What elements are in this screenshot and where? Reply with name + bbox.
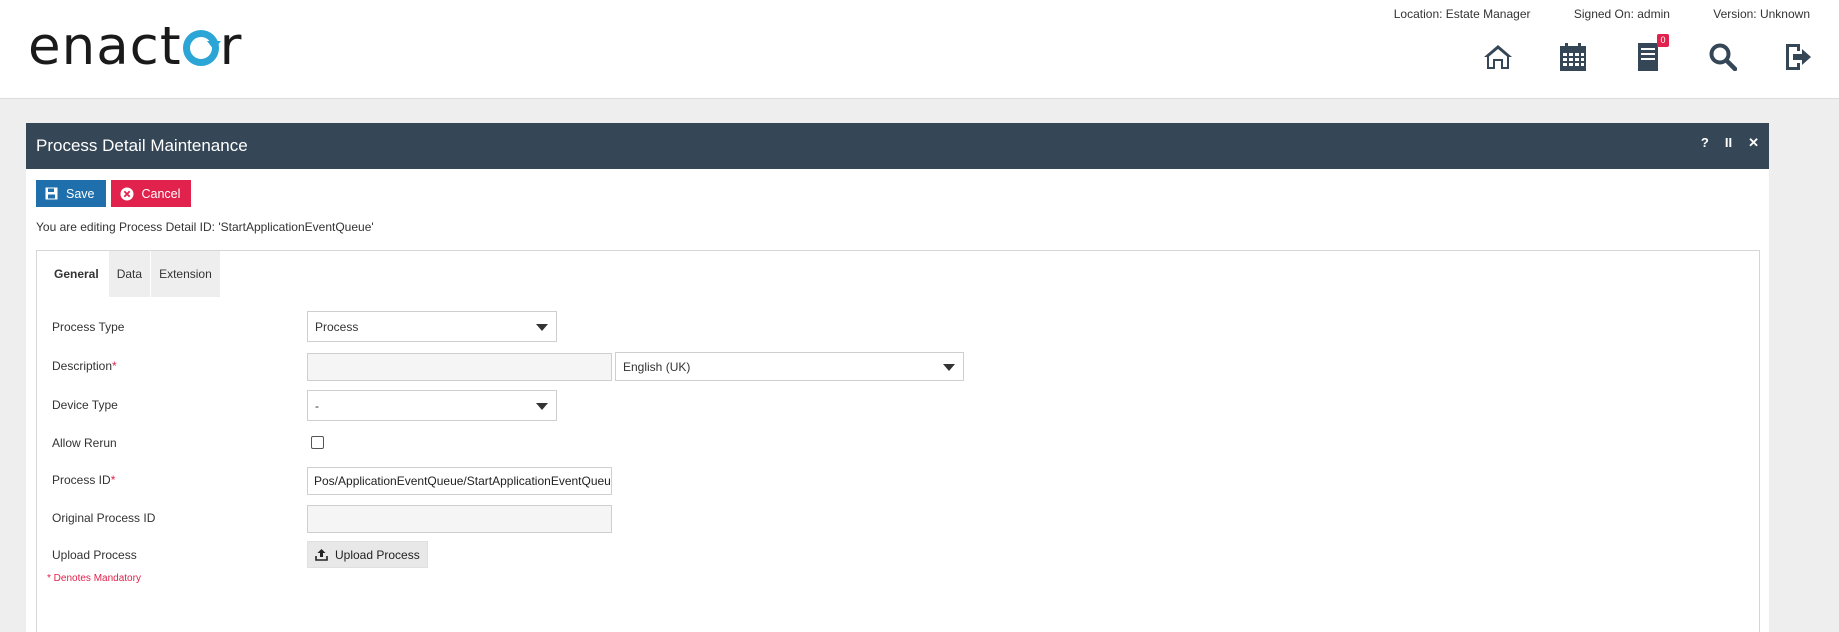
upload-process-button-label: Upload Process bbox=[335, 547, 420, 562]
status-row: Location: Estate Manager Signed On: admi… bbox=[1354, 7, 1810, 21]
allow-rerun-label: Allow Rerun bbox=[52, 436, 117, 450]
logo-ring-icon bbox=[182, 30, 221, 66]
save-icon bbox=[45, 187, 58, 200]
required-mark: * bbox=[110, 473, 116, 487]
upload-process-label: Upload Process bbox=[52, 548, 137, 562]
form-container: General Data Extension Process Type Proc… bbox=[36, 250, 1760, 632]
process-id-label-text: Process ID bbox=[52, 473, 111, 487]
process-id-input[interactable] bbox=[307, 467, 612, 495]
help-icon[interactable]: ? bbox=[1701, 135, 1709, 151]
pause-icon[interactable]: II bbox=[1725, 135, 1732, 151]
description-label-text: Description bbox=[52, 359, 113, 373]
document-icon[interactable]: 0 bbox=[1633, 34, 1669, 74]
home-icon[interactable] bbox=[1483, 40, 1513, 74]
device-type-label: Device Type bbox=[52, 398, 118, 412]
upload-process-button[interactable]: Upload Process bbox=[307, 541, 428, 568]
mandatory-note: * Denotes Mandatory bbox=[47, 573, 141, 584]
language-select[interactable]: English (UK) bbox=[615, 352, 964, 381]
tab-general[interactable]: General bbox=[45, 251, 108, 297]
cancel-label: Cancel bbox=[141, 186, 181, 201]
tab-bar: General Data Extension bbox=[45, 251, 220, 297]
tab-data[interactable]: Data bbox=[108, 251, 151, 297]
signed-on-text: Signed On: admin bbox=[1573, 7, 1670, 21]
upload-icon bbox=[315, 549, 328, 561]
language-value: English (UK) bbox=[623, 359, 691, 374]
version-text: Version: Unknown bbox=[1713, 7, 1810, 21]
process-id-label: Process ID* bbox=[52, 473, 115, 487]
action-buttons: Save Cancel bbox=[36, 180, 192, 207]
enactor-logo: enact r bbox=[28, 16, 243, 77]
logout-icon[interactable] bbox=[1783, 40, 1813, 74]
description-input[interactable] bbox=[307, 353, 612, 381]
process-type-label: Process Type bbox=[52, 320, 125, 334]
location-text: Location: Estate Manager bbox=[1393, 7, 1531, 21]
panel-controls: ? II ✕ bbox=[1701, 135, 1759, 151]
tab-extension[interactable]: Extension bbox=[151, 251, 220, 297]
search-icon[interactable] bbox=[1708, 40, 1738, 74]
save-label: Save bbox=[66, 186, 95, 201]
top-bar: enact r Location: Estate Manager Signed O… bbox=[0, 0, 1839, 99]
process-detail-panel: Process Detail Maintenance ? II ✕ Save C… bbox=[26, 123, 1769, 632]
close-icon[interactable]: ✕ bbox=[1748, 135, 1759, 151]
device-type-select[interactable]: - bbox=[307, 390, 557, 421]
notification-badge: 0 bbox=[1657, 34, 1669, 47]
cancel-icon bbox=[120, 187, 133, 200]
chevron-down-icon bbox=[536, 403, 548, 410]
save-button[interactable]: Save bbox=[36, 180, 106, 207]
page-title: Process Detail Maintenance bbox=[36, 136, 248, 155]
original-process-id-input[interactable] bbox=[307, 505, 612, 533]
chevron-down-icon bbox=[536, 324, 548, 331]
description-label: Description* bbox=[52, 359, 117, 373]
process-type-select[interactable]: Process bbox=[307, 311, 557, 342]
calendar-icon[interactable] bbox=[1558, 40, 1588, 74]
top-icons: 0 bbox=[1483, 34, 1813, 74]
chevron-down-icon bbox=[943, 364, 955, 371]
cancel-button[interactable]: Cancel bbox=[110, 180, 192, 207]
editing-message: You are editing Process Detail ID: 'Star… bbox=[36, 220, 374, 234]
original-process-id-label: Original Process ID bbox=[52, 511, 156, 525]
panel-header: Process Detail Maintenance ? II ✕ bbox=[26, 123, 1769, 169]
process-type-value: Process bbox=[315, 319, 359, 334]
device-type-value: - bbox=[315, 398, 319, 413]
required-mark: * bbox=[112, 359, 117, 373]
allow-rerun-checkbox[interactable] bbox=[311, 436, 324, 449]
